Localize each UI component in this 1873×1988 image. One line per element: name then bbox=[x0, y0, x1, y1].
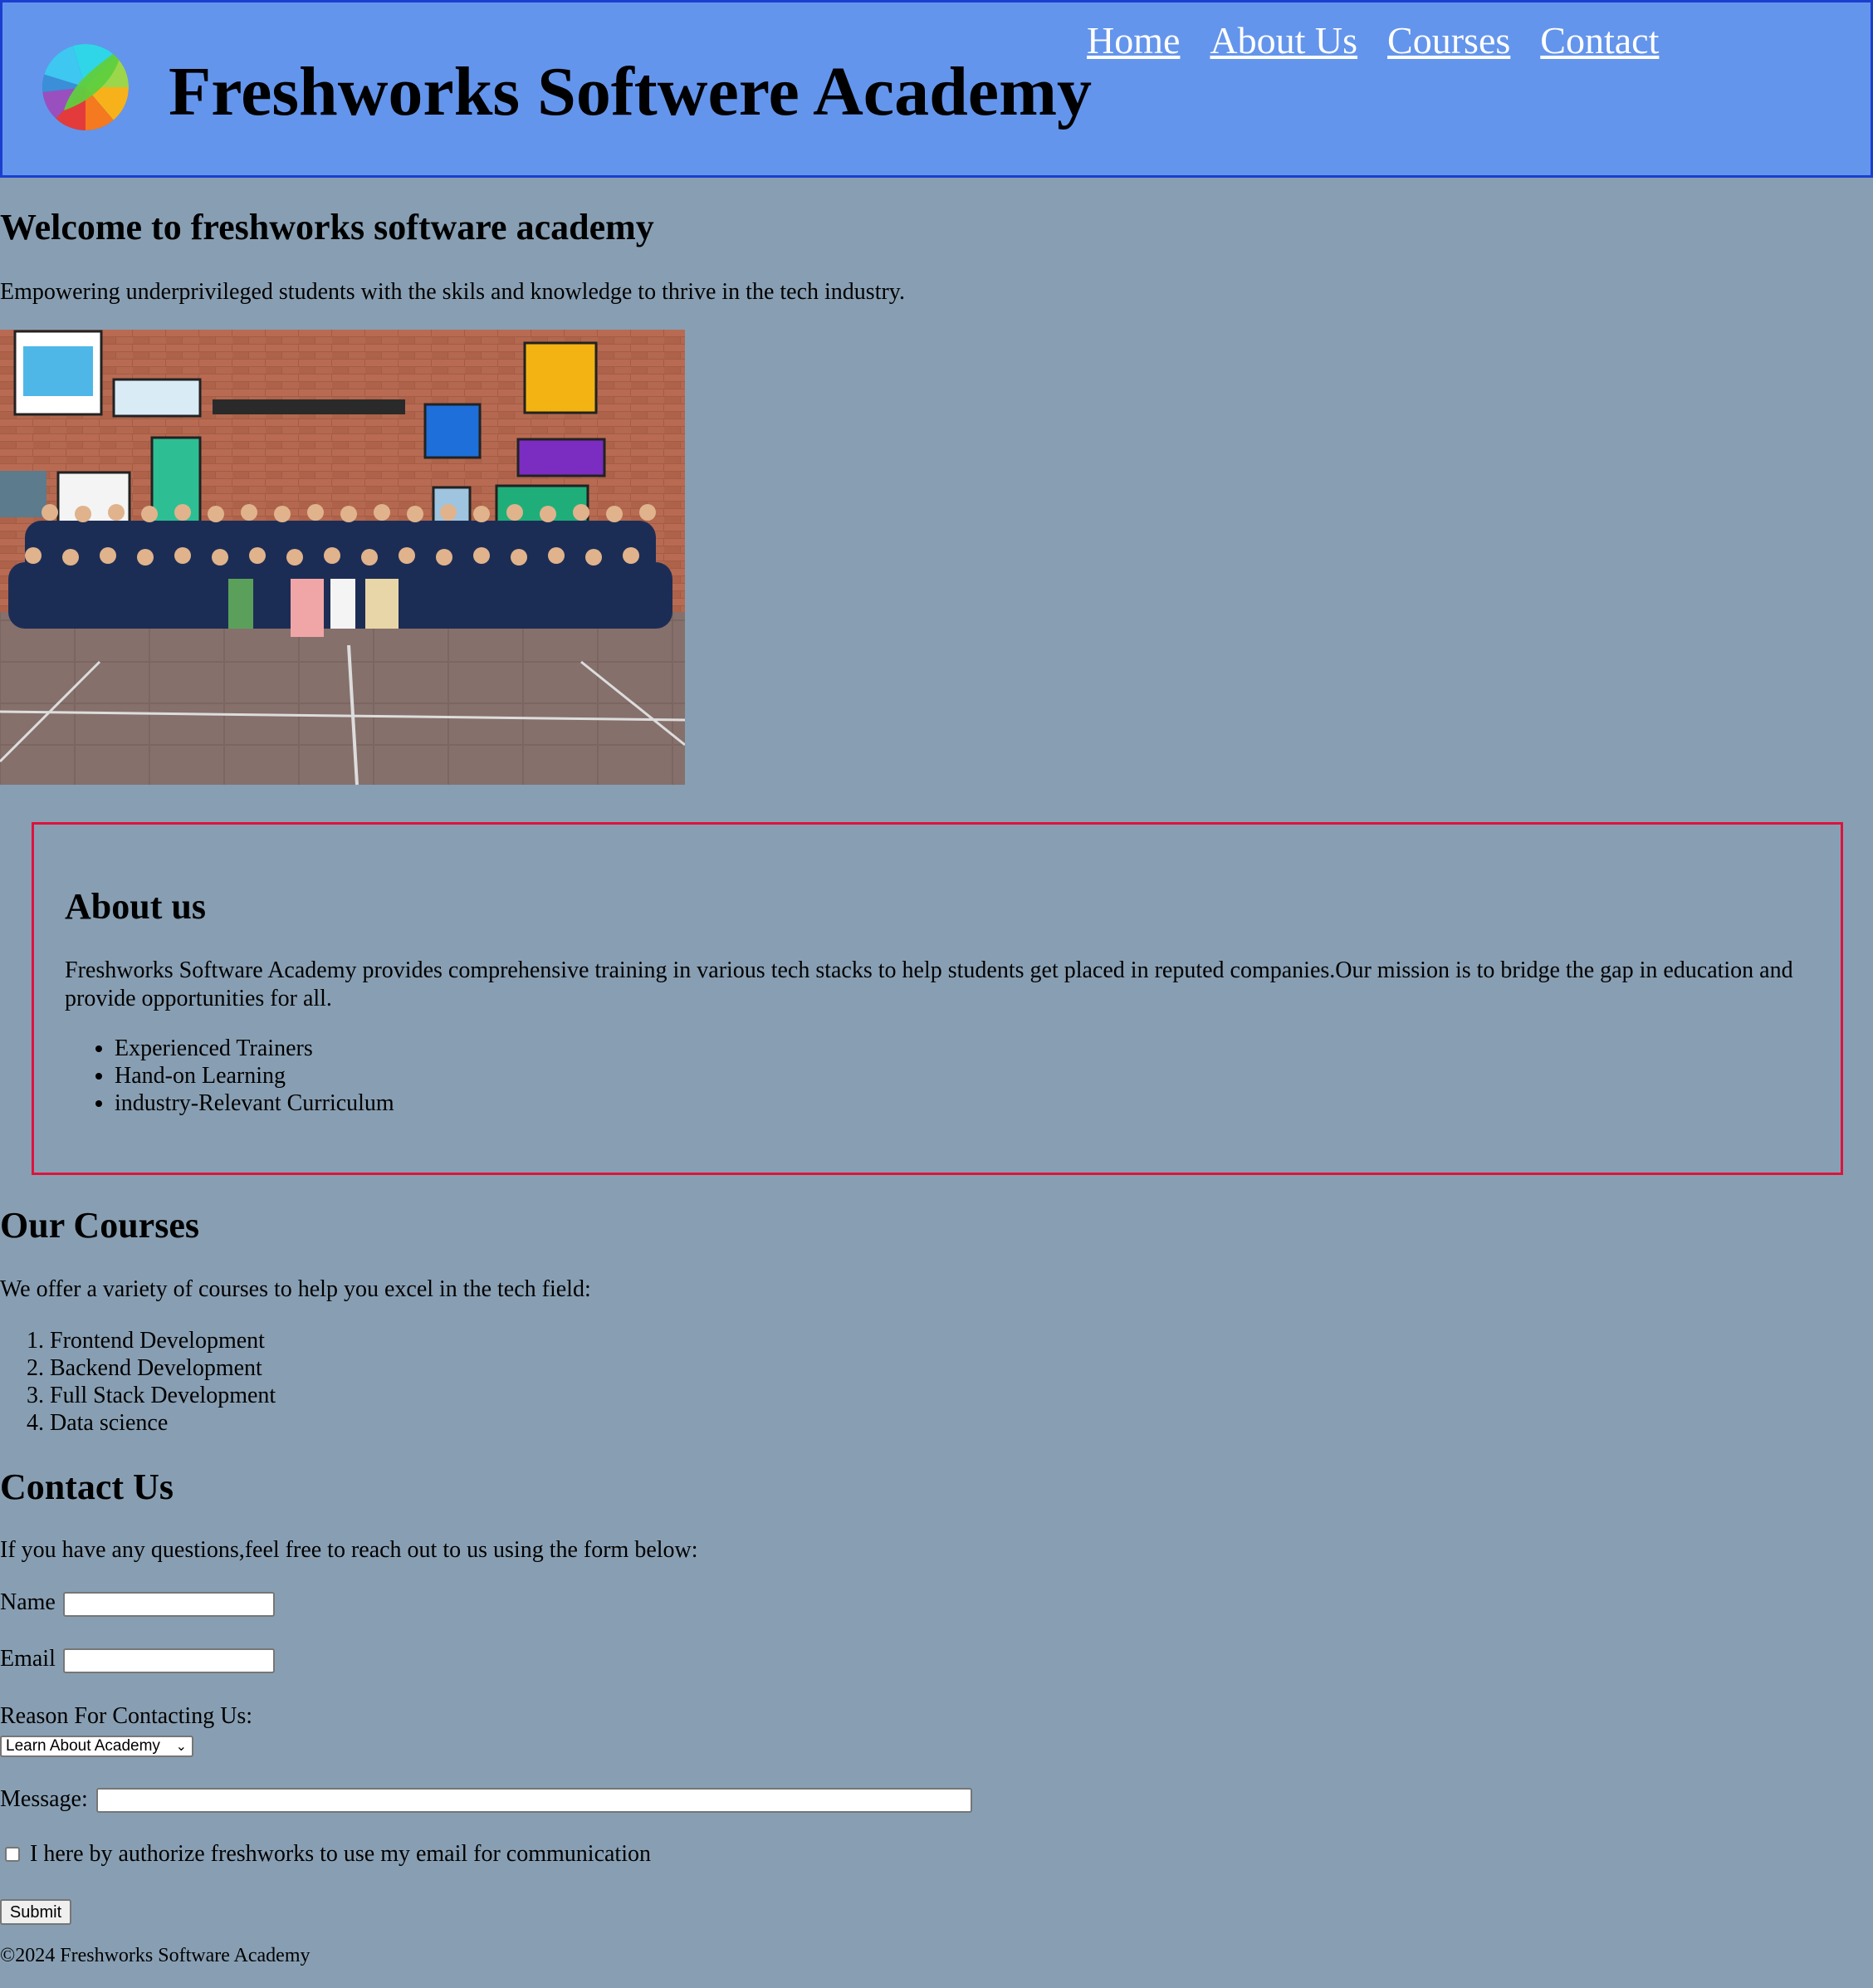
contact-text: If you have any questions,feel free to r… bbox=[0, 1537, 698, 1563]
message-label: Message: bbox=[0, 1786, 88, 1812]
courses-text: We offer a variety of courses to help yo… bbox=[0, 1276, 591, 1302]
consent-label: I here by authorize freshworks to use my… bbox=[30, 1841, 651, 1867]
list-item: industry-Relevant Curriculum bbox=[115, 1089, 394, 1117]
consent-checkbox[interactable] bbox=[5, 1847, 20, 1862]
list-item: Experienced Trainers bbox=[115, 1035, 394, 1062]
about-feature-list: Experienced Trainers Hand-on Learning in… bbox=[48, 1035, 394, 1117]
list-item: Hand-on Learning bbox=[115, 1062, 394, 1089]
list-item: Backend Development bbox=[50, 1354, 276, 1382]
courses-title: Our Courses bbox=[0, 1205, 199, 1246]
nav-link-contact[interactable]: Contact bbox=[1540, 17, 1659, 64]
group-photo-image bbox=[0, 330, 685, 785]
name-label: Name bbox=[0, 1589, 56, 1615]
email-label: Email bbox=[0, 1646, 56, 1672]
list-item: Data science bbox=[50, 1409, 276, 1437]
reason-label: Reason For Contacting Us: bbox=[0, 1703, 253, 1729]
footer-copyright: ©2024 Freshworks Software Academy bbox=[0, 1945, 311, 1966]
reason-select-value: Learn About Academy bbox=[6, 1737, 160, 1755]
name-input[interactable] bbox=[63, 1592, 275, 1617]
list-item: Frontend Development bbox=[50, 1327, 276, 1354]
courses-list: Frontend Development Backend Development… bbox=[0, 1327, 276, 1437]
welcome-title: Welcome to freshworks software academy bbox=[0, 207, 654, 247]
submit-button[interactable]: Submit bbox=[0, 1899, 71, 1925]
site-title: Freshworks Softwere Academy bbox=[169, 53, 1093, 130]
site-header: Freshworks Softwere Academy Home About U… bbox=[0, 0, 1873, 178]
nav-link-home[interactable]: Home bbox=[1087, 17, 1180, 64]
message-input[interactable] bbox=[96, 1788, 972, 1813]
about-text: Freshworks Software Academy provides com… bbox=[65, 957, 1793, 1011]
welcome-text: Empowering underprivileged students with… bbox=[0, 279, 905, 305]
contact-title: Contact Us bbox=[0, 1467, 174, 1507]
list-item: Full Stack Development bbox=[50, 1382, 276, 1409]
main-nav: Home About Us Courses Contact bbox=[1087, 17, 1659, 64]
freshworks-logo-icon bbox=[42, 44, 129, 130]
nav-link-courses[interactable]: Courses bbox=[1387, 17, 1510, 64]
nav-link-about-us[interactable]: About Us bbox=[1210, 17, 1357, 64]
chevron-down-icon: ⌄ bbox=[175, 1740, 187, 1754]
about-title: About us bbox=[65, 886, 206, 927]
reason-select[interactable]: Learn About Academy ⌄ bbox=[0, 1736, 193, 1757]
email-input[interactable] bbox=[63, 1648, 275, 1673]
